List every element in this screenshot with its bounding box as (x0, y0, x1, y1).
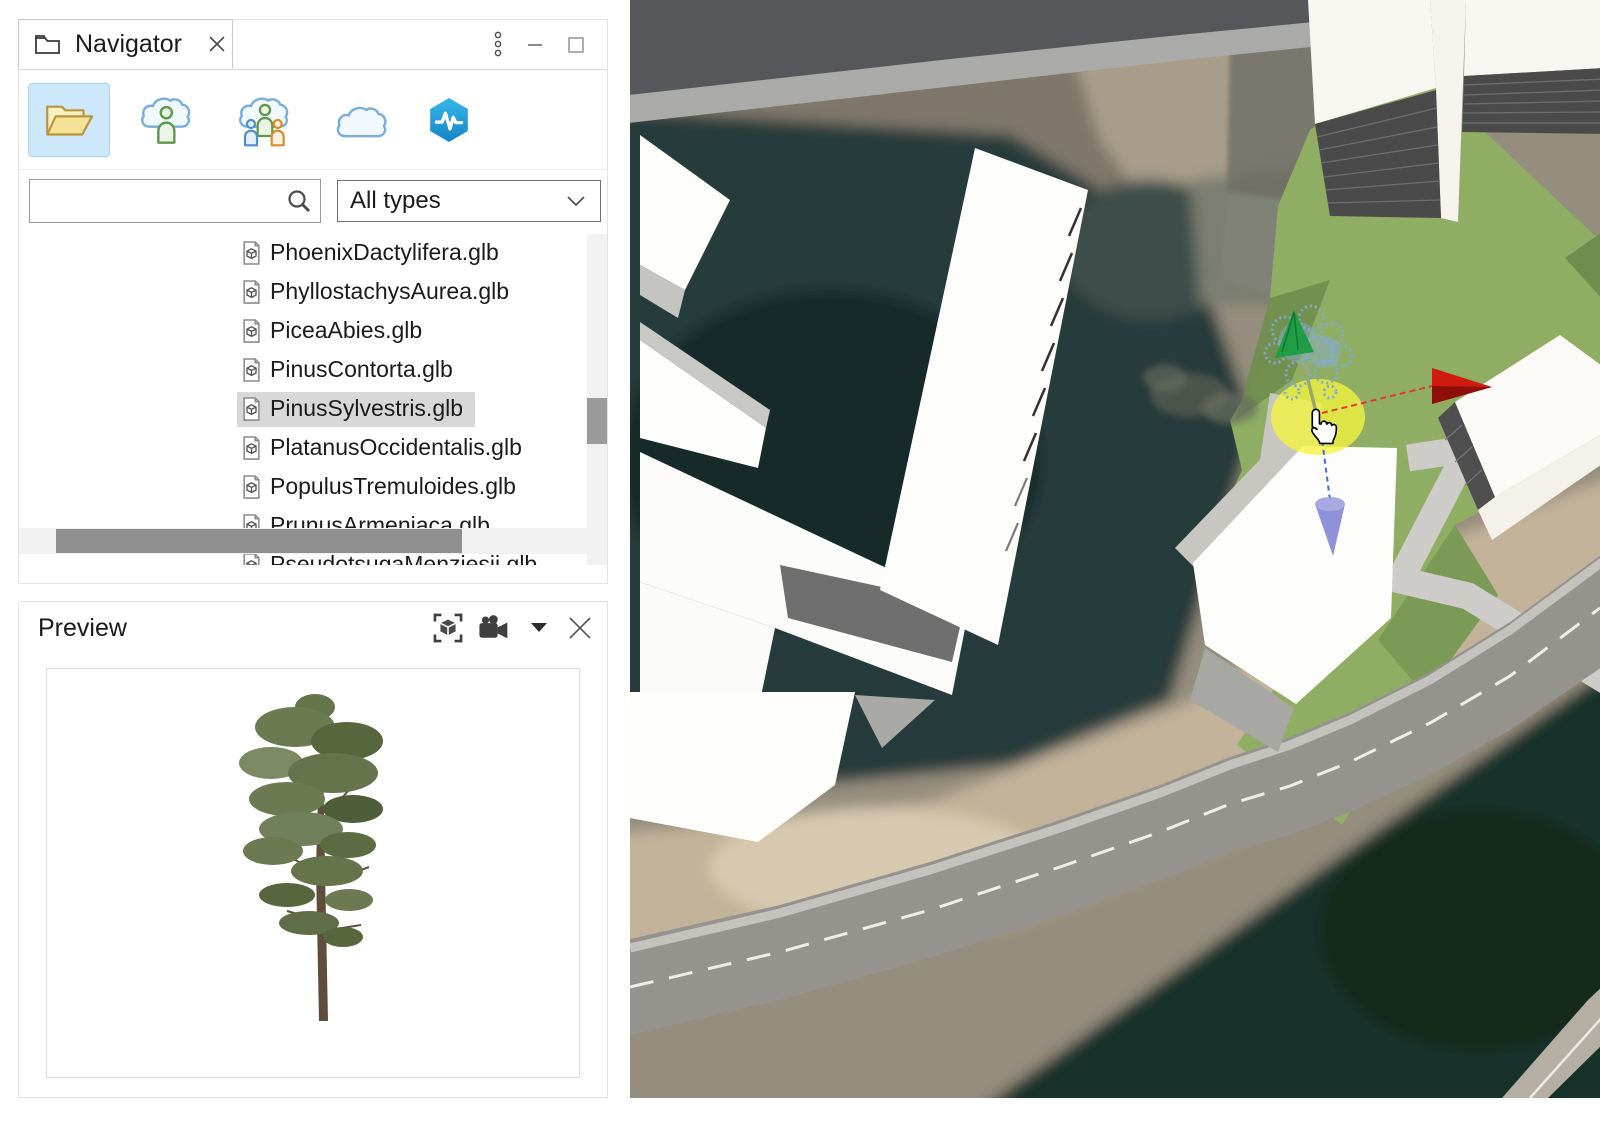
3d-viewport[interactable] (630, 0, 1600, 1098)
preview-title: Preview (19, 614, 127, 643)
file-name: PhoenixDactylifera.glb (270, 239, 499, 266)
file-list: PhoenixDactylifera.glb PhyllostachysAure… (19, 234, 607, 565)
list-item[interactable]: PlatanusOccidentalis.glb (19, 429, 607, 468)
type-filter-value: All types (350, 187, 441, 215)
fit-view-cube-icon[interactable] (431, 611, 465, 645)
horizontal-scrollbar[interactable] (19, 528, 607, 554)
more-options-icon[interactable] (493, 30, 503, 60)
glb-file-icon (241, 435, 262, 461)
preview-canvas[interactable] (46, 668, 580, 1078)
navigator-window: Navigator (18, 19, 608, 584)
dropdown-caret-icon[interactable] (531, 623, 547, 633)
file-name: PlatanusOccidentalis.glb (270, 434, 522, 461)
type-filter-select[interactable]: All types (337, 180, 601, 222)
itwin-logo-icon (428, 97, 470, 143)
preview-window: Preview (18, 601, 608, 1098)
list-item[interactable]: PhyllostachysAurea.glb (19, 273, 607, 312)
chevron-down-icon (566, 194, 586, 208)
list-item[interactable]: PopulusTremuloides.glb (19, 468, 607, 507)
navigator-titlebar: Navigator (19, 20, 607, 70)
file-name: PopulusTremuloides.glb (270, 473, 516, 500)
tree-foliage (239, 694, 383, 947)
search-row: All types (19, 170, 607, 232)
tab-navigator[interactable]: Navigator (18, 19, 233, 69)
search-input[interactable] (30, 180, 286, 222)
record-camera-icon[interactable] (477, 614, 511, 642)
tab-close-icon[interactable] (208, 35, 226, 53)
preview-close-icon[interactable] (567, 615, 593, 641)
glb-file-icon (241, 279, 262, 305)
glb-file-icon (241, 318, 262, 344)
glb-file-icon (241, 396, 262, 422)
list-item[interactable]: PiceaAbies.glb (19, 312, 607, 351)
horizontal-scrollbar-thumb[interactable] (56, 529, 462, 553)
glb-file-icon (241, 240, 262, 266)
cloud-personal-button[interactable] (127, 84, 207, 156)
preview-header: Preview (19, 602, 607, 654)
navigator-toolbar (19, 70, 607, 170)
tree-preview-image (47, 669, 579, 1077)
cloud-icon (332, 97, 394, 143)
file-name: PiceaAbies.glb (270, 317, 422, 344)
folder-tab-icon (34, 33, 61, 55)
cloud-person-icon (136, 92, 198, 148)
search-icon[interactable] (286, 188, 320, 214)
glb-file-icon (241, 474, 262, 500)
list-item[interactable]: PinusContorta.glb (19, 351, 607, 390)
maximize-icon[interactable] (567, 36, 585, 54)
glb-file-icon (241, 357, 262, 383)
file-name: PinusSylvestris.glb (270, 395, 463, 422)
cloud-people-icon (234, 92, 296, 148)
window-title: Navigator (75, 30, 182, 59)
cloud-storage-button[interactable] (323, 84, 403, 156)
local-files-button[interactable] (29, 84, 109, 156)
folder-open-icon (40, 97, 98, 143)
search-box[interactable] (29, 179, 321, 223)
vertical-scrollbar[interactable] (587, 234, 607, 565)
vertical-scrollbar-thumb[interactable] (587, 398, 607, 444)
list-item[interactable]: PhoenixDactylifera.glb (19, 234, 607, 273)
list-item[interactable]: PinusSylvestris.glb (19, 390, 607, 429)
file-name: PinusContorta.glb (270, 356, 453, 383)
minimize-icon[interactable] (527, 37, 543, 53)
cloud-shared-button[interactable] (225, 84, 305, 156)
file-name: PhyllostachysAurea.glb (270, 278, 509, 305)
itwin-button[interactable] (421, 84, 477, 156)
